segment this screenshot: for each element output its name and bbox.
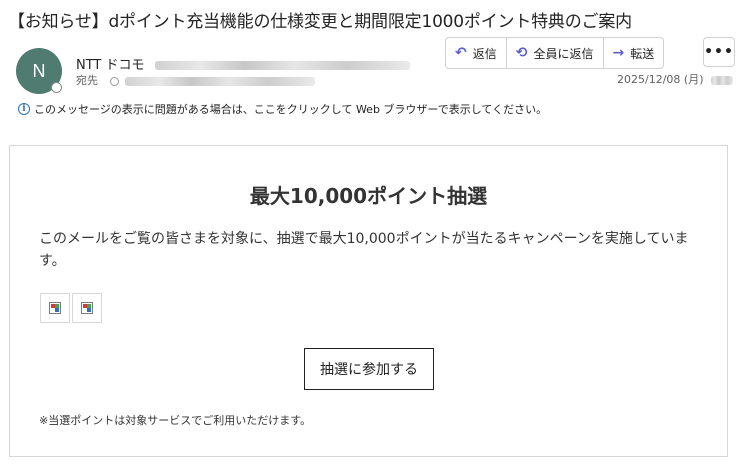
- date-line: 2025/12/08 (月): [617, 71, 733, 87]
- redacted-time: [711, 75, 733, 85]
- reply-arrow-icon: ↶: [455, 45, 467, 61]
- message-body-card: 最大10,000ポイント抽選 このメールをご覧の皆さまを対象に、抽選で最大10,…: [9, 145, 728, 457]
- reply-all-label: 全員に返信: [533, 46, 594, 61]
- message-actions-toolbar: ↶ 返信 ⟲ 全員に返信 → 転送: [445, 37, 665, 69]
- join-lottery-button[interactable]: 抽選に参加する: [304, 348, 434, 390]
- campaign-body-text: このメールをご覧の皆さまを対象に、抽選で最大10,000ポイントが当たるキャンペ…: [39, 231, 689, 269]
- info-bar-text[interactable]: このメッセージの表示に問題がある場合は、ここをクリックして Web ブラウザーで…: [34, 101, 547, 117]
- redacted-recipient-address[interactable]: [125, 76, 315, 86]
- avatar-initial: N: [32, 60, 46, 81]
- reply-all-button[interactable]: ⟲ 全員に返信: [507, 38, 604, 68]
- reply-all-arrow-icon: ⟲: [515, 45, 528, 61]
- redacted-sender-address: [154, 61, 410, 70]
- email-subject: 【お知らせ】dポイント充当機能の仕様変更と期間限定1000ポイント特典のご案内: [8, 12, 632, 32]
- recipient-label: 宛先: [76, 74, 98, 87]
- recipient-circle-icon: [109, 76, 119, 86]
- join-lottery-label: 抽選に参加する: [320, 362, 418, 378]
- broken-image-icon[interactable]: [40, 293, 70, 323]
- footnote: ※当選ポイントは対象サービスでご利用いただけます。: [39, 414, 312, 427]
- more-dots-icon: •••: [704, 44, 734, 60]
- image-placeholders: [40, 293, 104, 323]
- message-date: 2025/12/08 (月): [617, 73, 704, 86]
- more-actions-button[interactable]: •••: [703, 37, 735, 67]
- sender-name[interactable]: NTT ドコモ: [76, 58, 145, 73]
- broken-image-icon[interactable]: [72, 293, 102, 323]
- recipient-line: 宛先: [76, 72, 315, 88]
- reply-button[interactable]: ↶ 返信: [446, 38, 507, 68]
- forward-button[interactable]: → 転送: [604, 38, 664, 68]
- reply-label: 返信: [472, 46, 497, 61]
- forward-label: 転送: [630, 46, 655, 61]
- presence-status-icon: [51, 82, 62, 93]
- forward-arrow-icon: →: [612, 45, 625, 61]
- sender-line[interactable]: NTT ドコモ: [76, 54, 410, 73]
- campaign-heading: 最大10,000ポイント抽選: [249, 184, 488, 208]
- info-bar[interactable]: i このメッセージの表示に問題がある場合は、ここをクリックして Web ブラウザ…: [18, 101, 547, 117]
- info-icon: i: [18, 103, 30, 115]
